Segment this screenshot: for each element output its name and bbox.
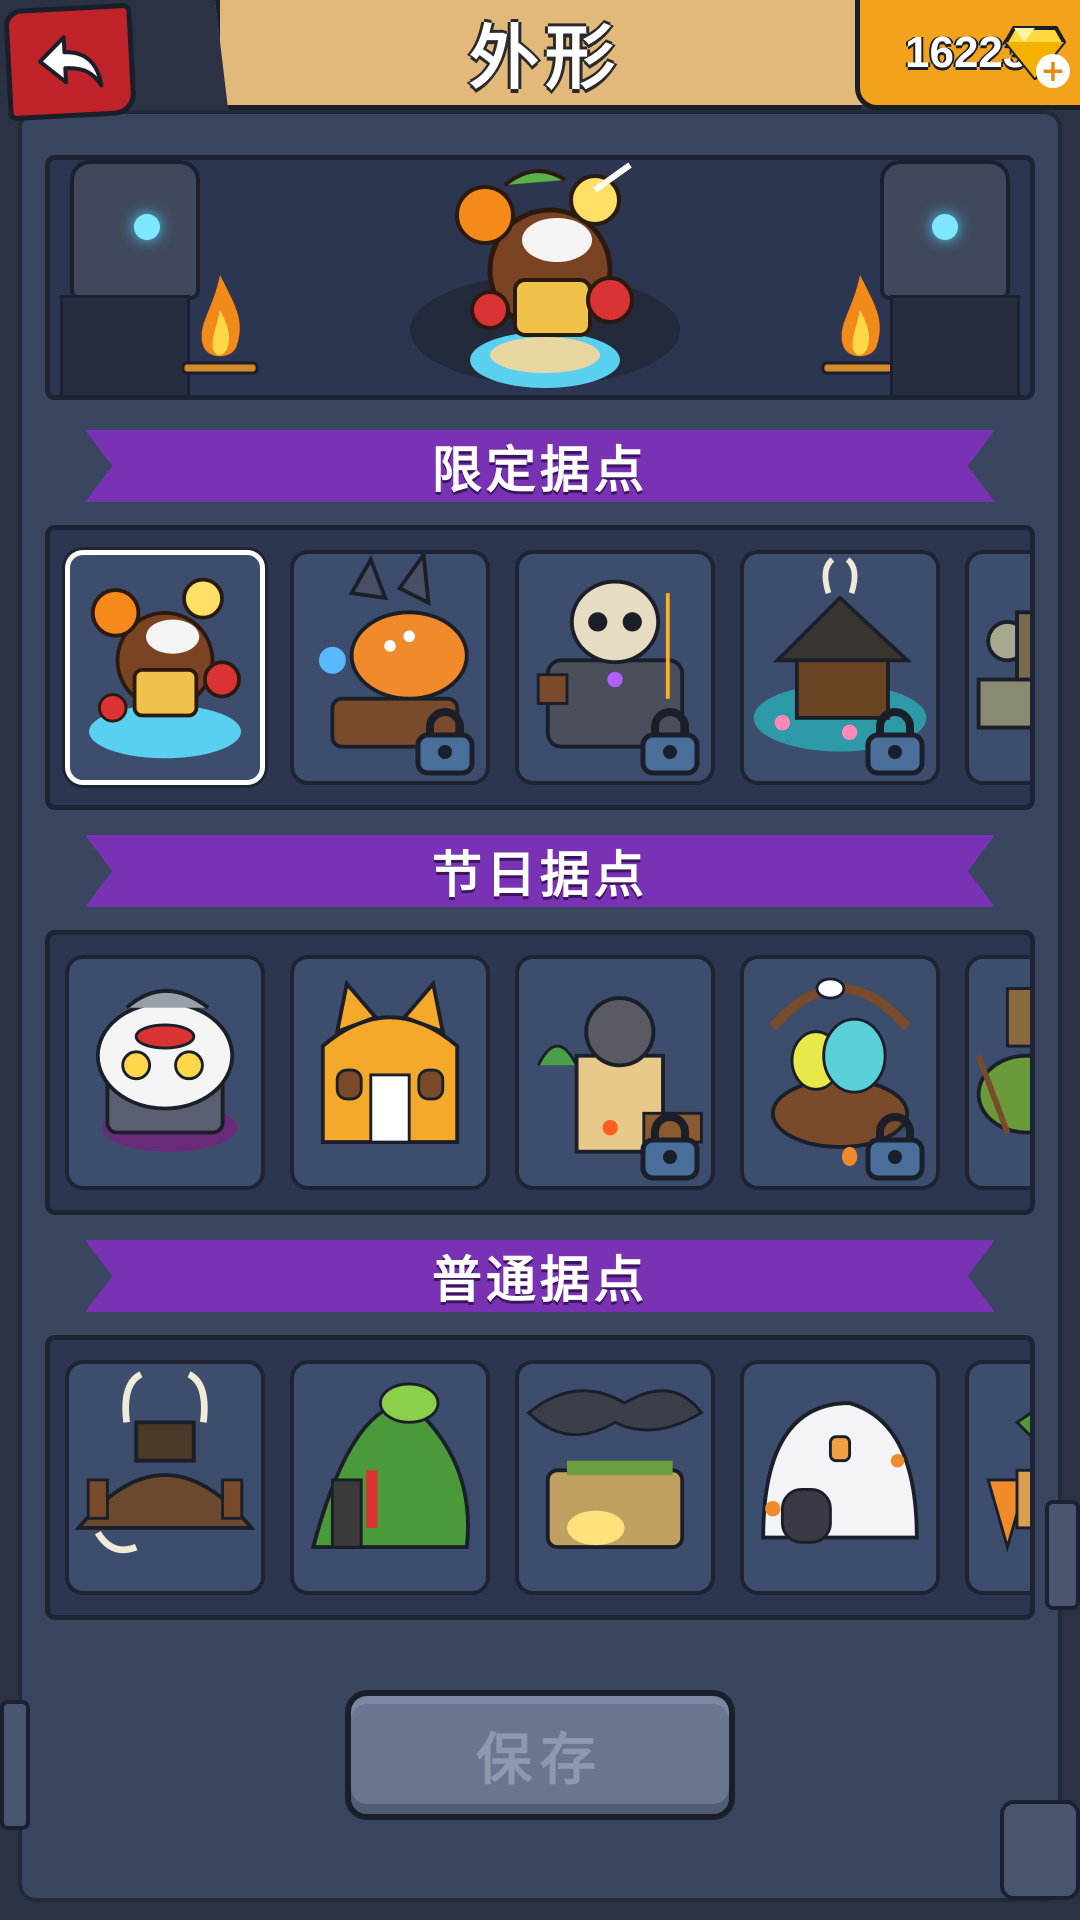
building-tile-tree-temple[interactable] xyxy=(515,1360,715,1595)
showcase-stage xyxy=(45,155,1035,400)
lock-icon xyxy=(415,708,475,776)
carrot-village-icon xyxy=(986,1411,1030,1553)
glowing-eye-icon xyxy=(932,214,958,240)
lock-icon xyxy=(640,708,700,776)
building-tile-stego-dino-camp[interactable] xyxy=(290,550,490,785)
corner-rock xyxy=(1000,1800,1080,1900)
section-title: 节日据点 xyxy=(432,846,648,904)
page-title: 外形 xyxy=(469,17,621,99)
torch-flame-icon xyxy=(181,275,259,375)
building-row-normal xyxy=(45,1335,1035,1620)
corner-rock xyxy=(1045,1500,1080,1610)
building-tile-leaf-hut[interactable] xyxy=(290,1360,490,1595)
back-arrow-icon xyxy=(37,35,104,88)
viking-war-camp-icon xyxy=(74,1371,256,1554)
save-button-label: 保存 xyxy=(476,1727,604,1793)
building-tile-skull-fortress[interactable] xyxy=(515,550,715,785)
building-tile-corgi-house[interactable] xyxy=(290,955,490,1190)
stone-ruins-icon xyxy=(976,610,1030,730)
section-ribbon-normal: 普通据点 xyxy=(85,1240,995,1312)
lock-icon xyxy=(865,1113,925,1181)
building-tile-desert-palace[interactable] xyxy=(515,955,715,1190)
statue-head xyxy=(880,160,1010,300)
title-banner: 外形 xyxy=(215,0,875,110)
coconut-island-icon xyxy=(89,577,241,759)
add-gems-icon[interactable]: + xyxy=(1036,54,1070,89)
statue-base xyxy=(60,295,190,395)
tree-temple-icon xyxy=(526,1389,704,1550)
building-row-limited xyxy=(45,525,1035,810)
building-tile-lion-dance-house[interactable] xyxy=(65,955,265,1190)
building-tile-easter-egg-basket[interactable] xyxy=(740,955,940,1190)
building-tile-coconut-island[interactable] xyxy=(65,550,265,785)
section-title: 普通据点 xyxy=(432,1251,648,1309)
building-tile-carrot-village[interactable] xyxy=(965,1360,1030,1595)
building-tile-horned-hut-pond[interactable] xyxy=(740,550,940,785)
lock-icon xyxy=(865,708,925,776)
snow-igloo-house-icon xyxy=(761,1401,919,1544)
guardian-statue-right xyxy=(880,160,1030,395)
section-ribbon-festival: 节日据点 xyxy=(85,835,995,907)
building-tile-snow-igloo-house[interactable] xyxy=(740,1360,940,1595)
section-ribbon-limited: 限定据点 xyxy=(85,430,995,502)
section-title: 限定据点 xyxy=(432,441,648,499)
building-tile-stone-ruins[interactable] xyxy=(965,550,1030,785)
corgi-house-icon xyxy=(320,979,460,1145)
guardian-statue-left xyxy=(50,160,200,395)
glowing-eye-icon xyxy=(134,214,160,240)
leaf-hut-icon xyxy=(310,1382,470,1550)
corner-rock xyxy=(0,1700,30,1830)
building-tile-windmill-camp[interactable] xyxy=(965,955,1030,1190)
featured-building-coconut-island xyxy=(455,162,634,388)
save-button[interactable]: 保存 xyxy=(345,1690,735,1820)
building-row-festival xyxy=(45,930,1035,1215)
building-tile-viking-war-camp[interactable] xyxy=(65,1360,265,1595)
windmill-camp-icon xyxy=(975,987,1030,1135)
lock-icon xyxy=(640,1113,700,1181)
statue-base xyxy=(890,295,1020,395)
back-button[interactable] xyxy=(3,2,137,122)
currency-display[interactable]: 16223 + xyxy=(855,0,1080,110)
lion-dance-house-icon xyxy=(95,988,237,1152)
